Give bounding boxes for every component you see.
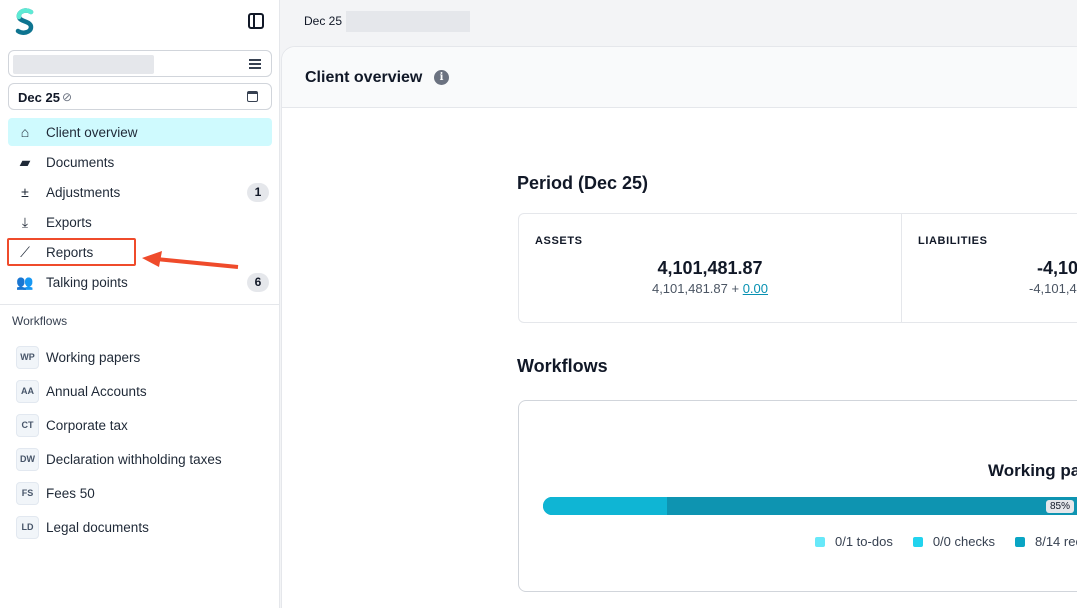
- legend-item-checks: 0/0 checks: [912, 534, 995, 549]
- workflow-list: WP Working papers AA Annual Accounts CT …: [16, 340, 276, 544]
- main-panel: Client overview i Period (Dec 25) ASSETS…: [281, 46, 1077, 608]
- workflow-badge: WP: [16, 345, 39, 369]
- assets-breakdown-base: 4,101,481.87 +: [651, 281, 743, 296]
- workflow-item-annual-accounts[interactable]: AA Annual Accounts: [16, 374, 276, 408]
- arrow-annotation-icon: [142, 251, 239, 269]
- liabilities-breakdown: -4,101,4: [1029, 281, 1077, 296]
- client-name-redacted: [13, 55, 154, 74]
- workflow-label: Corporate tax: [46, 417, 128, 433]
- menu-icon[interactable]: [249, 59, 261, 69]
- period-selector[interactable]: Dec 25 ⊘: [8, 83, 272, 110]
- sidebar-item-label: Reports: [46, 244, 94, 260]
- workflow-item-corporate-tax[interactable]: CT Corporate tax: [16, 408, 276, 442]
- sidebar-item-adjustments[interactable]: ± Adjustments 1: [8, 178, 272, 206]
- workflow-card[interactable]: Working pa 85% 0/1 to-dos 0/0 checks 8/1…: [518, 400, 1077, 592]
- workflow-label: Fees 50: [46, 485, 95, 501]
- liabilities-column: LIABILITIES -4,10 -4,101,4: [902, 214, 1077, 322]
- workflow-badge: AA: [16, 379, 39, 403]
- workflow-item-working-papers[interactable]: WP Working papers: [16, 340, 276, 374]
- page-title: Client overview: [305, 69, 423, 86]
- plus-minus-icon: ±: [21, 184, 29, 200]
- workflow-badge: FS: [16, 481, 39, 505]
- legend-swatch: [912, 536, 923, 547]
- home-icon: ⌂: [20, 124, 30, 140]
- sidebar-item-label: Talking points: [46, 274, 128, 290]
- progress-legend: 0/1 to-dos 0/0 checks 8/14 rec: [815, 534, 1077, 549]
- info-icon[interactable]: i: [434, 70, 449, 85]
- workflow-badge: CT: [16, 413, 39, 437]
- period-label: Dec 25: [18, 90, 60, 105]
- legend-item-todos: 0/1 to-dos: [815, 534, 893, 549]
- client-selector[interactable]: [8, 50, 272, 77]
- folder-icon: ▰: [19, 153, 31, 170]
- sidebar-item-exports[interactable]: ⤓ Exports: [8, 208, 272, 236]
- workflow-label: Annual Accounts: [46, 383, 147, 399]
- eye-off-icon[interactable]: ⊘: [62, 90, 72, 104]
- sidebar-item-label: Client overview: [46, 124, 138, 140]
- assets-label: ASSETS: [535, 235, 583, 247]
- assets-column: ASSETS 4,101,481.87 4,101,481.87 + 0.00: [519, 214, 902, 322]
- app-logo[interactable]: [14, 8, 36, 36]
- sidebar-toggle-icon[interactable]: [248, 13, 264, 29]
- count-badge: 1: [247, 183, 269, 202]
- liabilities-value: -4,10: [1037, 258, 1077, 278]
- period-summary-card: ASSETS 4,101,481.87 4,101,481.87 + 0.00 …: [518, 213, 1077, 323]
- workflow-card-title: Working pa: [988, 461, 1077, 480]
- workflow-badge: DW: [16, 447, 39, 471]
- assets-value: 4,101,481.87: [657, 258, 763, 278]
- main-header: Client overview i: [282, 47, 1077, 108]
- progress-percent-label: 85%: [1046, 500, 1075, 513]
- workflow-badge: LD: [16, 515, 39, 539]
- workflow-progress-bar: 85%: [543, 497, 1077, 515]
- legend-label: 8/14 rec: [1034, 534, 1077, 549]
- workflow-label: Working papers: [46, 349, 141, 365]
- legend-swatch: [815, 536, 825, 547]
- workflows-heading: Workflows: [12, 314, 68, 328]
- calendar-icon[interactable]: [247, 91, 258, 102]
- workflow-item-legal-documents[interactable]: LD Legal documents: [16, 510, 276, 544]
- legend-item-reconciliations: 8/14 rec: [1014, 534, 1077, 549]
- legend-label: 0/1 to-dos: [835, 534, 893, 549]
- sidebar: Dec 25 ⊘ ⌂ Client overview ▰ Documents ±…: [0, 0, 280, 608]
- sidebar-item-label: Documents: [46, 154, 115, 170]
- workflow-label: Legal documents: [46, 519, 149, 535]
- period-heading: Period (Dec 25): [517, 173, 649, 193]
- breadcrumb-period: Dec 25 |: [304, 14, 349, 28]
- sidebar-item-talking-points[interactable]: 👥 Talking points 6: [8, 268, 272, 296]
- assets-adjustment-link[interactable]: 0.00: [743, 281, 768, 296]
- workflows-section-heading: Workflows: [517, 356, 608, 376]
- sidebar-item-client-overview[interactable]: ⌂ Client overview: [8, 118, 272, 146]
- breadcrumb-client-redacted: [346, 11, 470, 32]
- legend-label: 0/0 checks: [932, 534, 995, 549]
- chart-icon: ⟋: [20, 243, 30, 260]
- users-icon: 👥: [16, 273, 34, 290]
- sidebar-item-documents[interactable]: ▰ Documents: [8, 148, 272, 176]
- liabilities-label: LIABILITIES: [918, 235, 988, 247]
- legend-swatch: [1014, 536, 1025, 547]
- assets-breakdown: 4,101,481.87 + 0.00: [519, 281, 901, 296]
- download-icon: ⤓: [21, 213, 29, 230]
- sidebar-item-label: Exports: [46, 214, 92, 230]
- workflow-item-fees-50[interactable]: FS Fees 50: [16, 476, 276, 510]
- count-badge: 6: [247, 273, 269, 292]
- progress-segment-todos: [543, 497, 667, 515]
- sidebar-item-label: Adjustments: [46, 184, 121, 200]
- workflow-label: Declaration withholding taxes: [46, 451, 222, 467]
- workflow-item-declaration-withholding-taxes[interactable]: DW Declaration withholding taxes: [16, 442, 276, 476]
- sidebar-divider: [0, 304, 280, 305]
